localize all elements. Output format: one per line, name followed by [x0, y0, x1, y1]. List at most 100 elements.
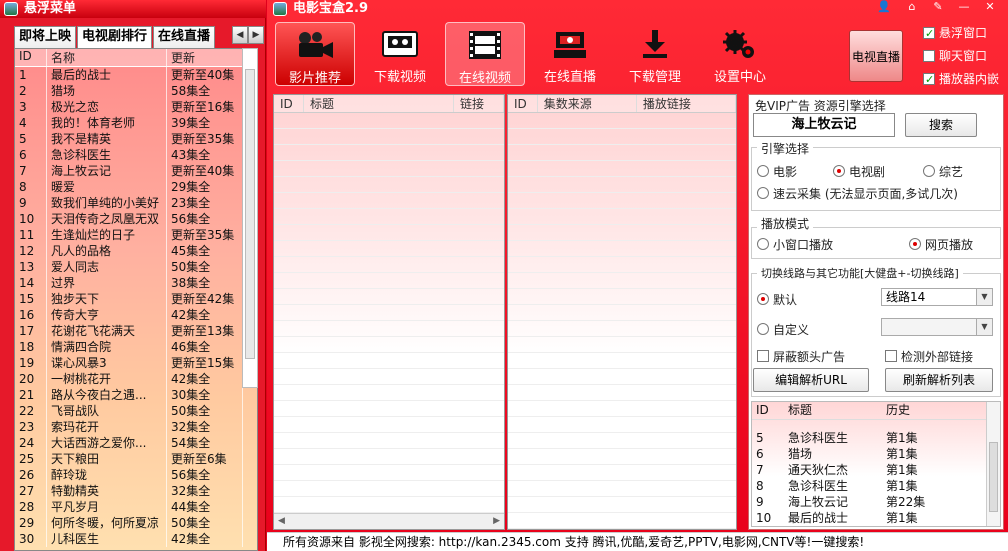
list-item[interactable]: 3 极光之恋 更新至16集 [15, 99, 257, 115]
tab-upcoming[interactable]: 即将上映 [14, 26, 77, 48]
nav-online-live[interactable]: 在线直播 [530, 22, 610, 86]
tv-live-button[interactable]: 电视直播 [849, 30, 903, 82]
history-row[interactable]: 6 猎场 第1集 [752, 446, 1000, 462]
line-custom-radio[interactable]: 自定义 [757, 321, 809, 338]
block-header-ads-checkbox[interactable]: 屏蔽额头广告 [757, 348, 845, 365]
list-item[interactable]: 25 天下粮田 更新至6集 [15, 451, 257, 467]
horizontal-scrollbar[interactable]: ◀ ▶ [274, 513, 504, 529]
float-menu-titlebar[interactable]: 悬浮菜单 [0, 0, 266, 18]
minimize-icon[interactable]: — [953, 0, 975, 14]
column-id[interactable]: ID [274, 95, 304, 112]
nav-movie-recommend[interactable]: 影片推荐 [275, 22, 355, 86]
chevron-down-icon[interactable]: ▼ [976, 319, 992, 335]
list-item[interactable]: 16 传奇大亨 42集全 [15, 307, 257, 323]
column-title[interactable]: 标题 [304, 95, 454, 112]
home-icon[interactable]: ⌂ [901, 0, 923, 14]
list-item[interactable]: 6 急诊科医生 43集全 [15, 147, 257, 163]
column-id[interactable]: ID [508, 95, 538, 112]
history-row[interactable]: 5 急诊科医生 第1集 [752, 430, 1000, 446]
column-update[interactable]: 更新 [167, 49, 243, 66]
history-row[interactable]: 9 海上牧云记 第22集 [752, 494, 1000, 510]
column-link[interactable]: 链接 [454, 95, 504, 112]
radio-selected-icon[interactable] [757, 293, 769, 305]
list-item[interactable]: 2 猎场 58集全 [15, 83, 257, 99]
list-item[interactable]: 20 一树桃花开 42集全 [15, 371, 257, 387]
radio-icon[interactable] [757, 187, 769, 199]
nav-online-video[interactable]: 在线视频 [445, 22, 525, 86]
tab-live[interactable]: 在线直播 [153, 26, 216, 48]
main-titlebar[interactable]: 电影宝盒2.9 [267, 0, 368, 18]
scrollbar-thumb[interactable] [245, 69, 255, 359]
search-input[interactable]: 海上牧云记 [753, 113, 895, 137]
toggle-embedded-player[interactable]: 播放器内嵌 [923, 70, 1003, 89]
list-item[interactable]: 5 我不是精英 更新至35集 [15, 131, 257, 147]
checkbox-checked-icon[interactable] [923, 71, 935, 89]
list-item[interactable]: 30 儿科医生 42集全 [15, 531, 257, 547]
column-id[interactable]: ID [752, 402, 784, 419]
list-item[interactable]: 17 花谢花飞花满天 更新至13集 [15, 323, 257, 339]
column-play-link[interactable]: 播放链接 [637, 95, 736, 112]
column-name[interactable]: 名称 [47, 49, 167, 66]
list-item[interactable]: 10 天泪传奇之凤凰无双 56集全 [15, 211, 257, 227]
nav-download-video[interactable]: 下载视频 [360, 22, 440, 86]
list-item[interactable]: 9 致我们单纯的小美好 23集全 [15, 195, 257, 211]
radio-icon[interactable] [923, 165, 935, 177]
radio-icon[interactable] [757, 165, 769, 177]
history-row[interactable]: 8 急诊科医生 第1集 [752, 478, 1000, 494]
checkbox-icon[interactable] [757, 350, 769, 362]
list-item[interactable]: 21 路从今夜白之遇... 30集全 [15, 387, 257, 403]
tab-right-arrow-icon[interactable]: ▶ [248, 26, 264, 44]
list-item[interactable]: 26 醉玲珑 56集全 [15, 467, 257, 483]
detect-external-links-checkbox[interactable]: 检测外部链接 [885, 348, 973, 365]
list-item[interactable]: 8 暖爱 29集全 [15, 179, 257, 195]
list-item[interactable]: 24 大话西游之爱你... 54集全 [15, 435, 257, 451]
checkbox-checked-icon[interactable] [923, 25, 935, 43]
list-item[interactable]: 14 过界 38集全 [15, 275, 257, 291]
radio-selected-icon[interactable] [909, 238, 921, 250]
history-row[interactable]: 10 最后的战士 第1集 [752, 510, 1000, 526]
column-episode-source[interactable]: 集数来源 [538, 95, 637, 112]
history-scrollbar[interactable] [986, 402, 1000, 526]
toggle-float-window[interactable]: 悬浮窗口 [923, 24, 1003, 43]
list-item[interactable]: 27 特勤精英 32集全 [15, 483, 257, 499]
pin-icon[interactable]: ✎ [927, 0, 949, 14]
line-select[interactable]: 线路14 ▼ [881, 288, 993, 306]
edit-parse-url-button[interactable]: 编辑解析URL [753, 368, 869, 392]
scroll-right-icon[interactable]: ▶ [493, 516, 500, 526]
scroll-left-icon[interactable]: ◀ [278, 516, 285, 526]
list-item[interactable]: 22 飞哥战队 50集全 [15, 403, 257, 419]
list-item[interactable]: 11 生逢灿烂的日子 更新至35集 [15, 227, 257, 243]
list-item[interactable]: 15 独步天下 更新至42集 [15, 291, 257, 307]
refresh-parse-list-button[interactable]: 刷新解析列表 [885, 368, 993, 392]
custom-line-select[interactable]: ▼ [881, 318, 993, 336]
engine-variety-radio[interactable]: 综艺 [923, 163, 963, 180]
checkbox-icon[interactable] [885, 350, 897, 362]
nav-settings[interactable]: 设置中心 [700, 22, 780, 86]
engine-movie-radio[interactable]: 电影 [757, 163, 797, 180]
toggle-chat-window[interactable]: 聊天窗口 [923, 47, 1003, 65]
radio-icon[interactable] [757, 323, 769, 335]
line-default-radio[interactable]: 默认 [757, 291, 797, 308]
scrollbar-thumb[interactable] [989, 442, 998, 512]
history-row[interactable]: 7 通天狄仁杰 第1集 [752, 462, 1000, 478]
list-item[interactable]: 19 谍心风暴3 更新至15集 [15, 355, 257, 371]
chevron-down-icon[interactable]: ▼ [976, 289, 992, 305]
search-button[interactable]: 搜索 [905, 113, 977, 137]
small-window-play-radio[interactable]: 小窗口播放 [757, 236, 833, 253]
list-scrollbar[interactable] [242, 48, 258, 388]
radio-selected-icon[interactable] [833, 165, 845, 177]
list-item[interactable]: 1 最后的战士 更新至40集 [15, 67, 257, 83]
webpage-play-radio[interactable]: 网页播放 [909, 236, 973, 253]
list-item[interactable]: 7 海上牧云记 更新至40集 [15, 163, 257, 179]
tab-left-arrow-icon[interactable]: ◀ [232, 26, 248, 44]
engine-tv-radio[interactable]: 电视剧 [833, 163, 885, 180]
column-id[interactable]: ID [15, 49, 47, 66]
list-item[interactable]: 28 平凡岁月 44集全 [15, 499, 257, 515]
checkbox-icon[interactable] [923, 50, 935, 62]
radio-icon[interactable] [757, 238, 769, 250]
list-item[interactable]: 12 凡人的品格 45集全 [15, 243, 257, 259]
list-item[interactable]: 18 情满四合院 46集全 [15, 339, 257, 355]
tab-tv-ranking[interactable]: 电视剧排行 [77, 26, 153, 48]
column-history[interactable]: 历史 [882, 402, 982, 419]
list-item[interactable]: 13 爱人同志 50集全 [15, 259, 257, 275]
